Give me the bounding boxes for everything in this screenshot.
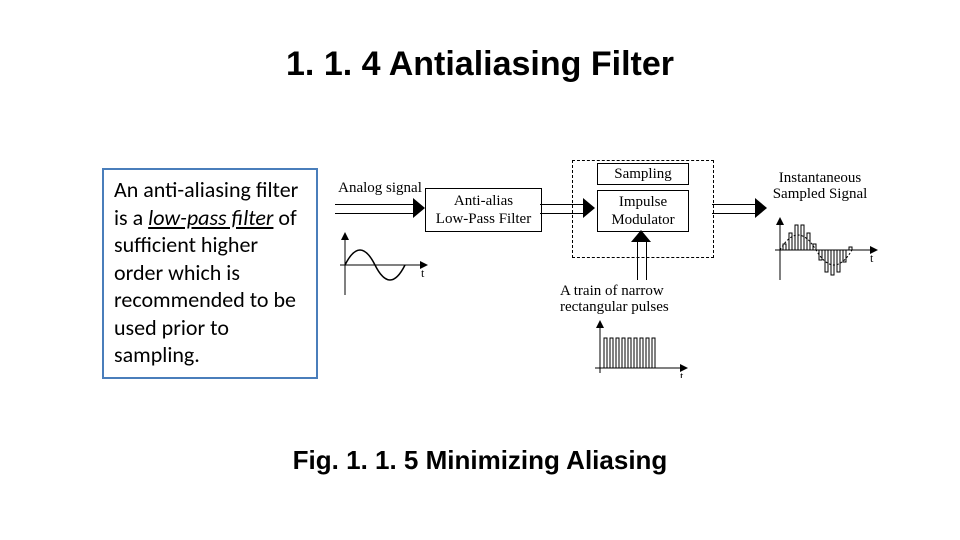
definition-emphasis: low-pass filter bbox=[148, 204, 273, 231]
slide: 1. 1. 4 Antialiasing Filter An anti-alia… bbox=[0, 0, 960, 540]
label-impulse-1: Impulse bbox=[619, 193, 667, 211]
plot-pulse-train: t bbox=[590, 318, 690, 378]
label-impulse-2: Modulator bbox=[611, 211, 674, 229]
definition-box: An anti-aliasing filter is a low-pass fi… bbox=[102, 168, 318, 379]
axis-t-pulses: t bbox=[680, 369, 684, 378]
label-anti-alias-1: Anti-alias bbox=[454, 192, 513, 210]
figure-caption: Fig. 1. 1. 5 Minimizing Aliasing bbox=[0, 445, 960, 476]
label-output-2: Sampled Signal bbox=[760, 186, 880, 203]
label-sampling: Sampling bbox=[614, 165, 672, 183]
label-anti-alias-2: Low-Pass Filter bbox=[436, 210, 531, 228]
block-diagram: Analog signal Anti-alias Low-Pass Filter… bbox=[325, 160, 895, 415]
axis-t-analog: t bbox=[421, 266, 425, 280]
page-title: 1. 1. 4 Antialiasing Filter bbox=[0, 45, 960, 84]
block-impulse-modulator: Impulse Modulator bbox=[597, 190, 689, 232]
block-anti-alias-filter: Anti-alias Low-Pass Filter bbox=[425, 188, 542, 232]
label-analog-signal: Analog signal bbox=[335, 180, 425, 197]
label-pulses-1: A train of narrow bbox=[560, 283, 715, 300]
label-output-1: Instantaneous bbox=[760, 170, 880, 187]
label-sampling-box: Sampling bbox=[597, 163, 689, 185]
plot-analog-signal: t bbox=[335, 230, 430, 300]
axis-t-output: t bbox=[870, 251, 874, 265]
plot-sampled-output: t bbox=[770, 215, 880, 285]
label-pulses-2: rectangular pulses bbox=[560, 299, 715, 316]
